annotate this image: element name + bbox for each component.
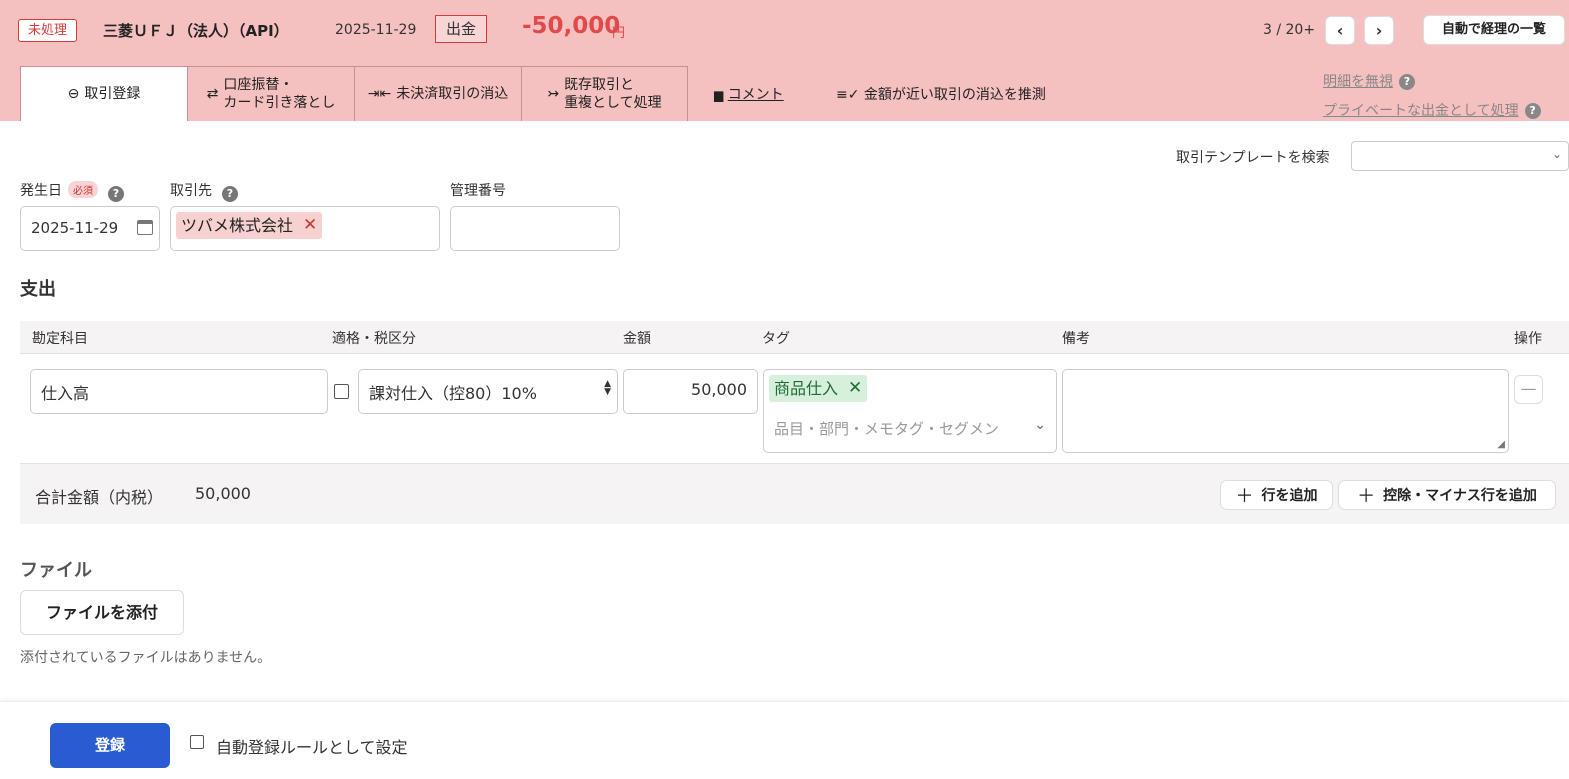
tag-select[interactable]: 商品仕入 ✕ 品目・部門・メモタグ・セグメン ⌄ [763,369,1057,453]
bank-name: 三菱ＵＦＪ（法人）（API） [103,22,289,40]
tab-register[interactable]: ⊖ 取引登録 [20,66,188,121]
prev-button[interactable]: ‹ [1325,16,1355,45]
tab-transfer[interactable]: ⇄ 口座振替・ カード引き落とし [187,66,355,121]
total-value: 50,000 [195,484,251,503]
tab-label: 未決済取引の消込 [396,86,509,102]
mgmt-number-label: 管理番号 [450,183,506,199]
tab-label: 既存取引と 重複として処理 [564,77,662,111]
close-icon[interactable]: ✕ [848,375,862,402]
close-icon[interactable]: ✕ [303,212,317,239]
tab-reconcile[interactable]: ⇥⇤ 未決済取引の消込 [354,66,522,121]
partner-chip: ツバメ株式会社 ✕ [176,212,323,239]
chevron-down-icon: ⌄ [1551,147,1562,161]
th-tag: タグ [762,331,790,347]
attach-file-button[interactable]: ファイルを添付 [20,590,184,635]
file-section-title: ファイル [20,560,92,581]
th-action: 操作 [1514,331,1542,347]
transaction-type-badge: 出金 [435,15,488,43]
auto-rule-checkbox[interactable] [190,735,204,749]
minus-icon: — [1520,379,1537,398]
partner-label: 取引先? [170,180,238,202]
help-icon[interactable]: ? [1399,74,1415,90]
date-label: 発生日 必須? [20,180,124,202]
ignore-link[interactable]: 明細を無視? [1323,71,1415,91]
th-memo: 備考 [1062,331,1090,347]
tab-label: 口座振替・ カード引き落とし [223,77,336,111]
mgmt-number-field[interactable] [450,206,620,251]
footer-bar: 登録 自動登録ルールとして設定 [0,701,1569,779]
tag-chip: 商品仕入 ✕ [769,375,868,402]
no-file-message: 添付されているファイルはありません。 [20,650,272,666]
status-badge: 未処理 [18,19,78,42]
private-withdrawal-link[interactable]: プライベートな出金として処理? [1323,100,1541,120]
memo-textarea[interactable]: ◢ [1062,369,1509,453]
comment-link[interactable]: ▆ コメント [714,84,784,104]
table-header: 勘定科目 適格・税区分 金額 タグ 備考 操作 [20,321,1569,354]
th-amount: 金額 [623,331,651,347]
total-row: 合計金額（内税） 50,000 ＋ 行を追加 ＋ 控除・マイナス行を追加 [20,463,1569,524]
th-tax: 適格・税区分 [332,331,416,347]
comment-icon: ▆ [714,88,724,102]
help-icon[interactable]: ? [222,186,238,202]
swap-icon: ⇄ [206,86,219,102]
select-arrows-icon: ▲ ▼ [604,379,611,397]
tag-placeholder: 品目・部門・メモタグ・セグメン [774,420,1000,438]
add-row-button[interactable]: ＋ 行を追加 [1220,480,1333,510]
pager-count: 3 / 20+ [1263,22,1316,38]
submit-button[interactable]: 登録 [50,723,170,768]
date-value: 2025-11-29 [31,219,119,237]
date-field[interactable]: 2025-11-29 [20,206,160,251]
plus-icon: ＋ [1357,486,1376,507]
tab-duplicate[interactable]: ↣ 既存取引と 重複として処理 [521,66,688,121]
plus-icon: ＋ [1235,486,1254,507]
minus-circle-icon: ⊖ [67,86,80,102]
template-search-select[interactable]: ⌄ [1351,141,1569,171]
help-icon[interactable]: ? [108,186,124,202]
partner-field[interactable]: ツバメ株式会社 ✕ [170,206,440,251]
amount-unit: 円 [612,26,626,41]
calendar-icon[interactable] [137,220,153,235]
transaction-amount: -50,000 [522,13,621,39]
chevron-left-icon: ‹ [1336,21,1344,40]
transaction-header: 未処理 三菱ＵＦＪ（法人）（API） 2025-11-29 出金 -50,000… [0,0,1569,121]
total-label: 合計金額（内税） [35,488,164,507]
amount-input[interactable]: 50,000 [623,369,758,414]
auto-rule-label: 自動登録ルールとして設定 [216,738,408,757]
section-title: 支出 [20,279,56,300]
transaction-date: 2025-11-29 [335,22,417,38]
qualified-checkbox[interactable] [334,384,349,399]
tab-label: 取引登録 [84,86,141,102]
guess-reconcile-link[interactable]: ≡✓ 金額が近い取引の消込を推測 [836,84,1046,104]
account-input[interactable]: 仕入高 [30,369,328,414]
th-account: 勘定科目 [32,331,88,347]
help-icon[interactable]: ? [1524,103,1541,119]
resize-handle-icon[interactable]: ◢ [1497,439,1505,450]
auto-list-button[interactable]: 自動で経理の一覧 [1423,15,1565,45]
list-check-icon: ≡✓ [836,87,860,103]
chevron-right-icon: › [1375,21,1383,40]
add-minus-row-button[interactable]: ＋ 控除・マイナス行を追加 [1338,480,1556,510]
required-badge: 必須 [68,181,98,198]
merge-icon: ⇥⇤ [367,86,392,102]
template-search-label: 取引テンプレートを検索 [1176,150,1330,166]
remove-row-button[interactable]: — [1514,375,1543,404]
duplicate-arrow-icon: ↣ [547,86,560,102]
chevron-down-icon: ⌄ [1034,417,1046,433]
tax-select[interactable]: 課対仕入（控80）10% ▲ ▼ [358,369,618,414]
next-button[interactable]: › [1364,16,1394,45]
